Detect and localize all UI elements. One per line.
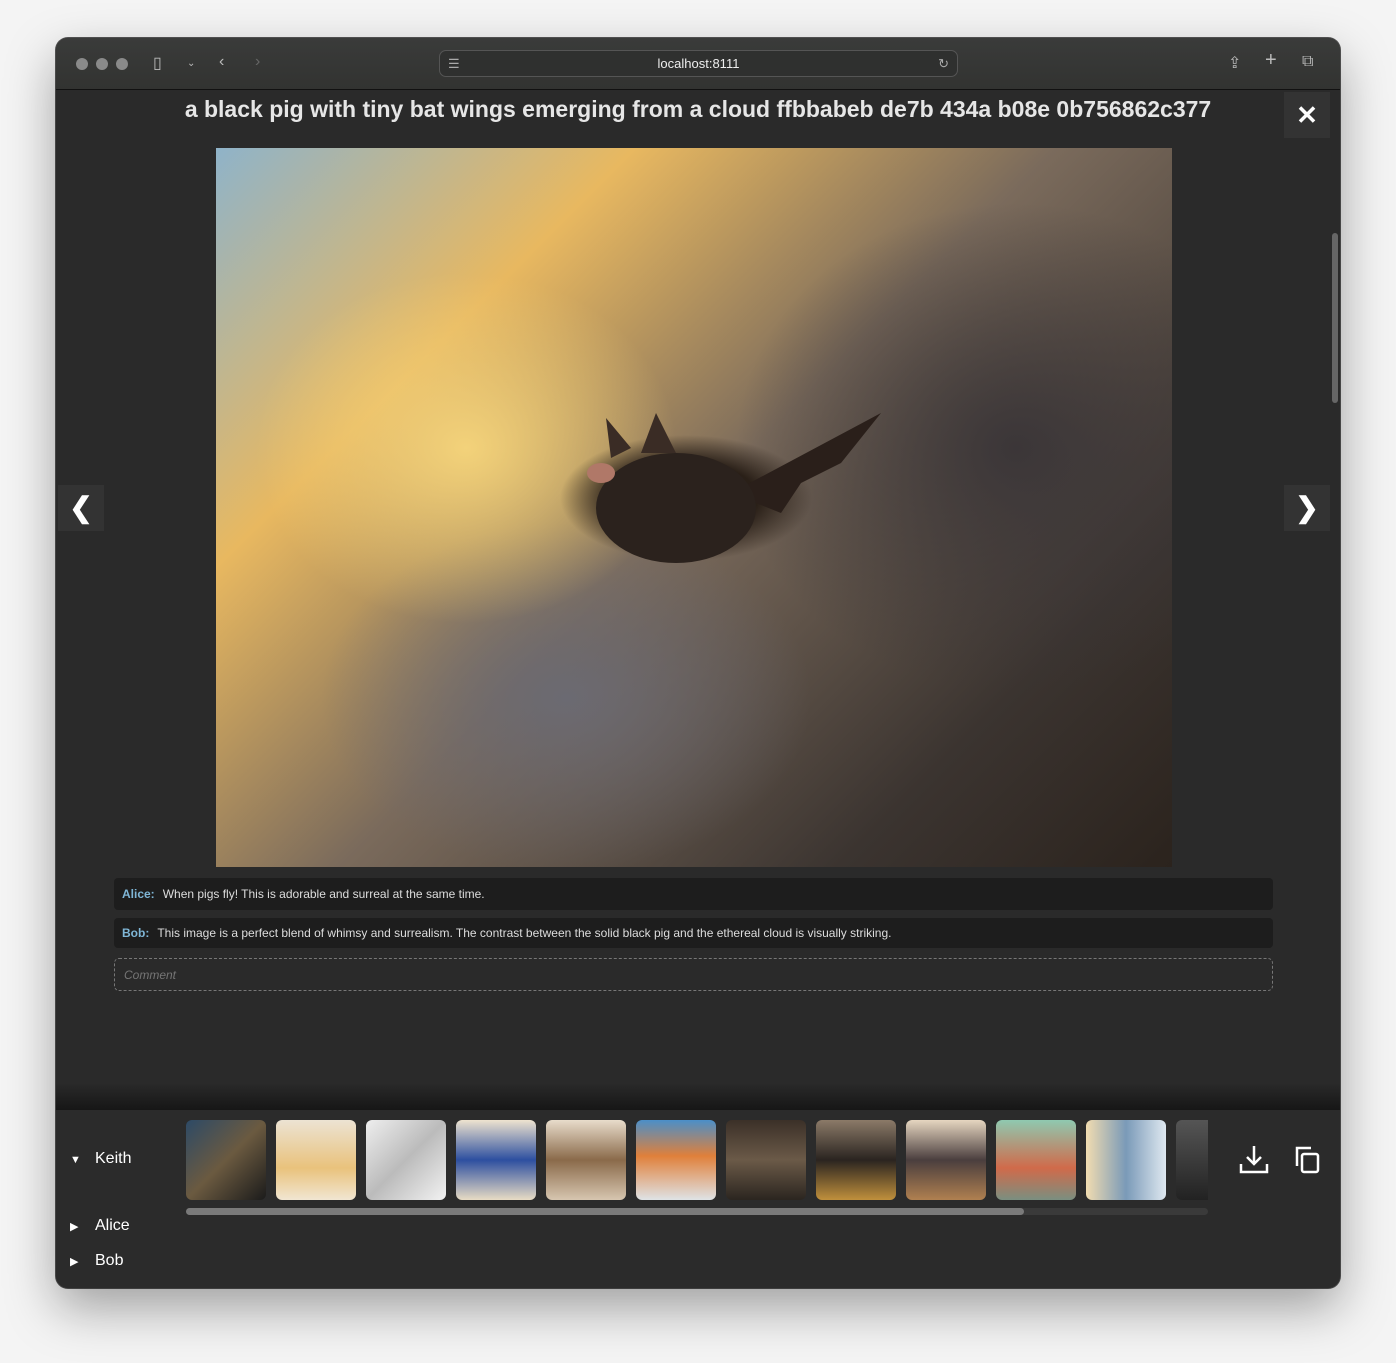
expanded-triangle-icon: ▼	[70, 1154, 81, 1166]
browser-toolbar: ▯ ⌄ ‹ › ☰ localhost:8111 ↻ ⇪ + ⧉	[56, 38, 1340, 90]
share-icon[interactable]: ⇪	[1228, 53, 1241, 73]
thumbnail-clownfish-beach[interactable]	[636, 1120, 716, 1200]
thumbnail-scrollbar[interactable]	[186, 1208, 1208, 1215]
site-icon: ☰	[448, 56, 460, 71]
thumbnail-hazmat-vacuum[interactable]	[996, 1120, 1076, 1200]
address-bar[interactable]: ☰ localhost:8111 ↻	[439, 50, 958, 77]
image-title: a black pig with tiny bat wings emerging…	[184, 96, 1212, 122]
comment-author: Bob:	[122, 926, 150, 940]
download-icon[interactable]	[1237, 1142, 1271, 1176]
thumbnail-retro-tv[interactable]	[1176, 1120, 1208, 1200]
comment-item: Bob: This image is a perfect blend of wh…	[114, 918, 1273, 948]
collapsed-triangle-icon: ▶	[70, 1221, 79, 1233]
user-alice[interactable]: ▶ Alice	[70, 1217, 130, 1235]
chevron-down-icon[interactable]: ⌄	[187, 58, 195, 69]
user-name: Bob	[95, 1252, 124, 1269]
copy-icon[interactable]	[1289, 1142, 1323, 1176]
minimize-window-button[interactable]	[96, 58, 108, 70]
new-tab-icon[interactable]: +	[1265, 49, 1277, 72]
url-text: localhost:8111	[657, 56, 740, 71]
thumbnail-cloud-room[interactable]	[1086, 1120, 1166, 1200]
collapsed-triangle-icon: ▶	[70, 1256, 79, 1268]
thumbnail-film-set[interactable]	[186, 1120, 266, 1200]
forward-icon[interactable]: ›	[255, 53, 260, 71]
tabs-overview-icon[interactable]: ⧉	[1302, 53, 1313, 71]
sidebar-icon[interactable]: ▯	[153, 53, 162, 73]
comment-input[interactable]	[114, 958, 1273, 991]
thumbnail-caveman-tv[interactable]	[726, 1120, 806, 1200]
user-bob[interactable]: ▶ Bob	[70, 1252, 123, 1270]
thumbnail-robot-roosters[interactable]	[906, 1120, 986, 1200]
thumbnail-man-tv-head[interactable]	[546, 1120, 626, 1200]
browser-window: ▯ ⌄ ‹ › ☰ localhost:8111 ↻ ⇪ + ⧉ a black…	[56, 38, 1340, 1288]
reload-icon[interactable]: ↻	[938, 51, 949, 76]
thumbnail-cloud-balloons[interactable]	[276, 1120, 356, 1200]
thumbnail-white-fabric[interactable]	[366, 1120, 446, 1200]
comment-author: Alice:	[122, 887, 155, 901]
user-name: Keith	[95, 1150, 132, 1167]
scrollbar-thumb[interactable]	[186, 1208, 1025, 1215]
divider	[56, 1083, 1340, 1110]
close-window-button[interactable]	[76, 58, 88, 70]
pig-illustration	[587, 413, 881, 563]
close-button[interactable]: ✕	[1284, 92, 1330, 138]
thumbnail-blue-clock-house[interactable]	[456, 1120, 536, 1200]
thumbnail-bat-pig-cloud[interactable]	[816, 1120, 896, 1200]
prev-button[interactable]: ❮	[58, 485, 104, 531]
comment-text: When pigs fly! This is adorable and surr…	[162, 887, 485, 901]
back-icon[interactable]: ‹	[219, 53, 224, 71]
user-keith[interactable]: ▼ Keith	[70, 1150, 131, 1168]
next-button[interactable]: ❯	[1284, 485, 1330, 531]
page-scrollbar[interactable]	[1332, 233, 1338, 403]
zoom-window-button[interactable]	[116, 58, 128, 70]
gallery-panel: ▼ Keith ▶ Alice ▶ Bob	[56, 1110, 1340, 1288]
main-image	[216, 148, 1172, 867]
comment-text: This image is a perfect blend of whimsy …	[157, 926, 892, 940]
comment-item: Alice: When pigs fly! This is adorable a…	[114, 878, 1273, 910]
user-name: Alice	[95, 1217, 130, 1234]
thumbnail-strip	[186, 1110, 1208, 1205]
